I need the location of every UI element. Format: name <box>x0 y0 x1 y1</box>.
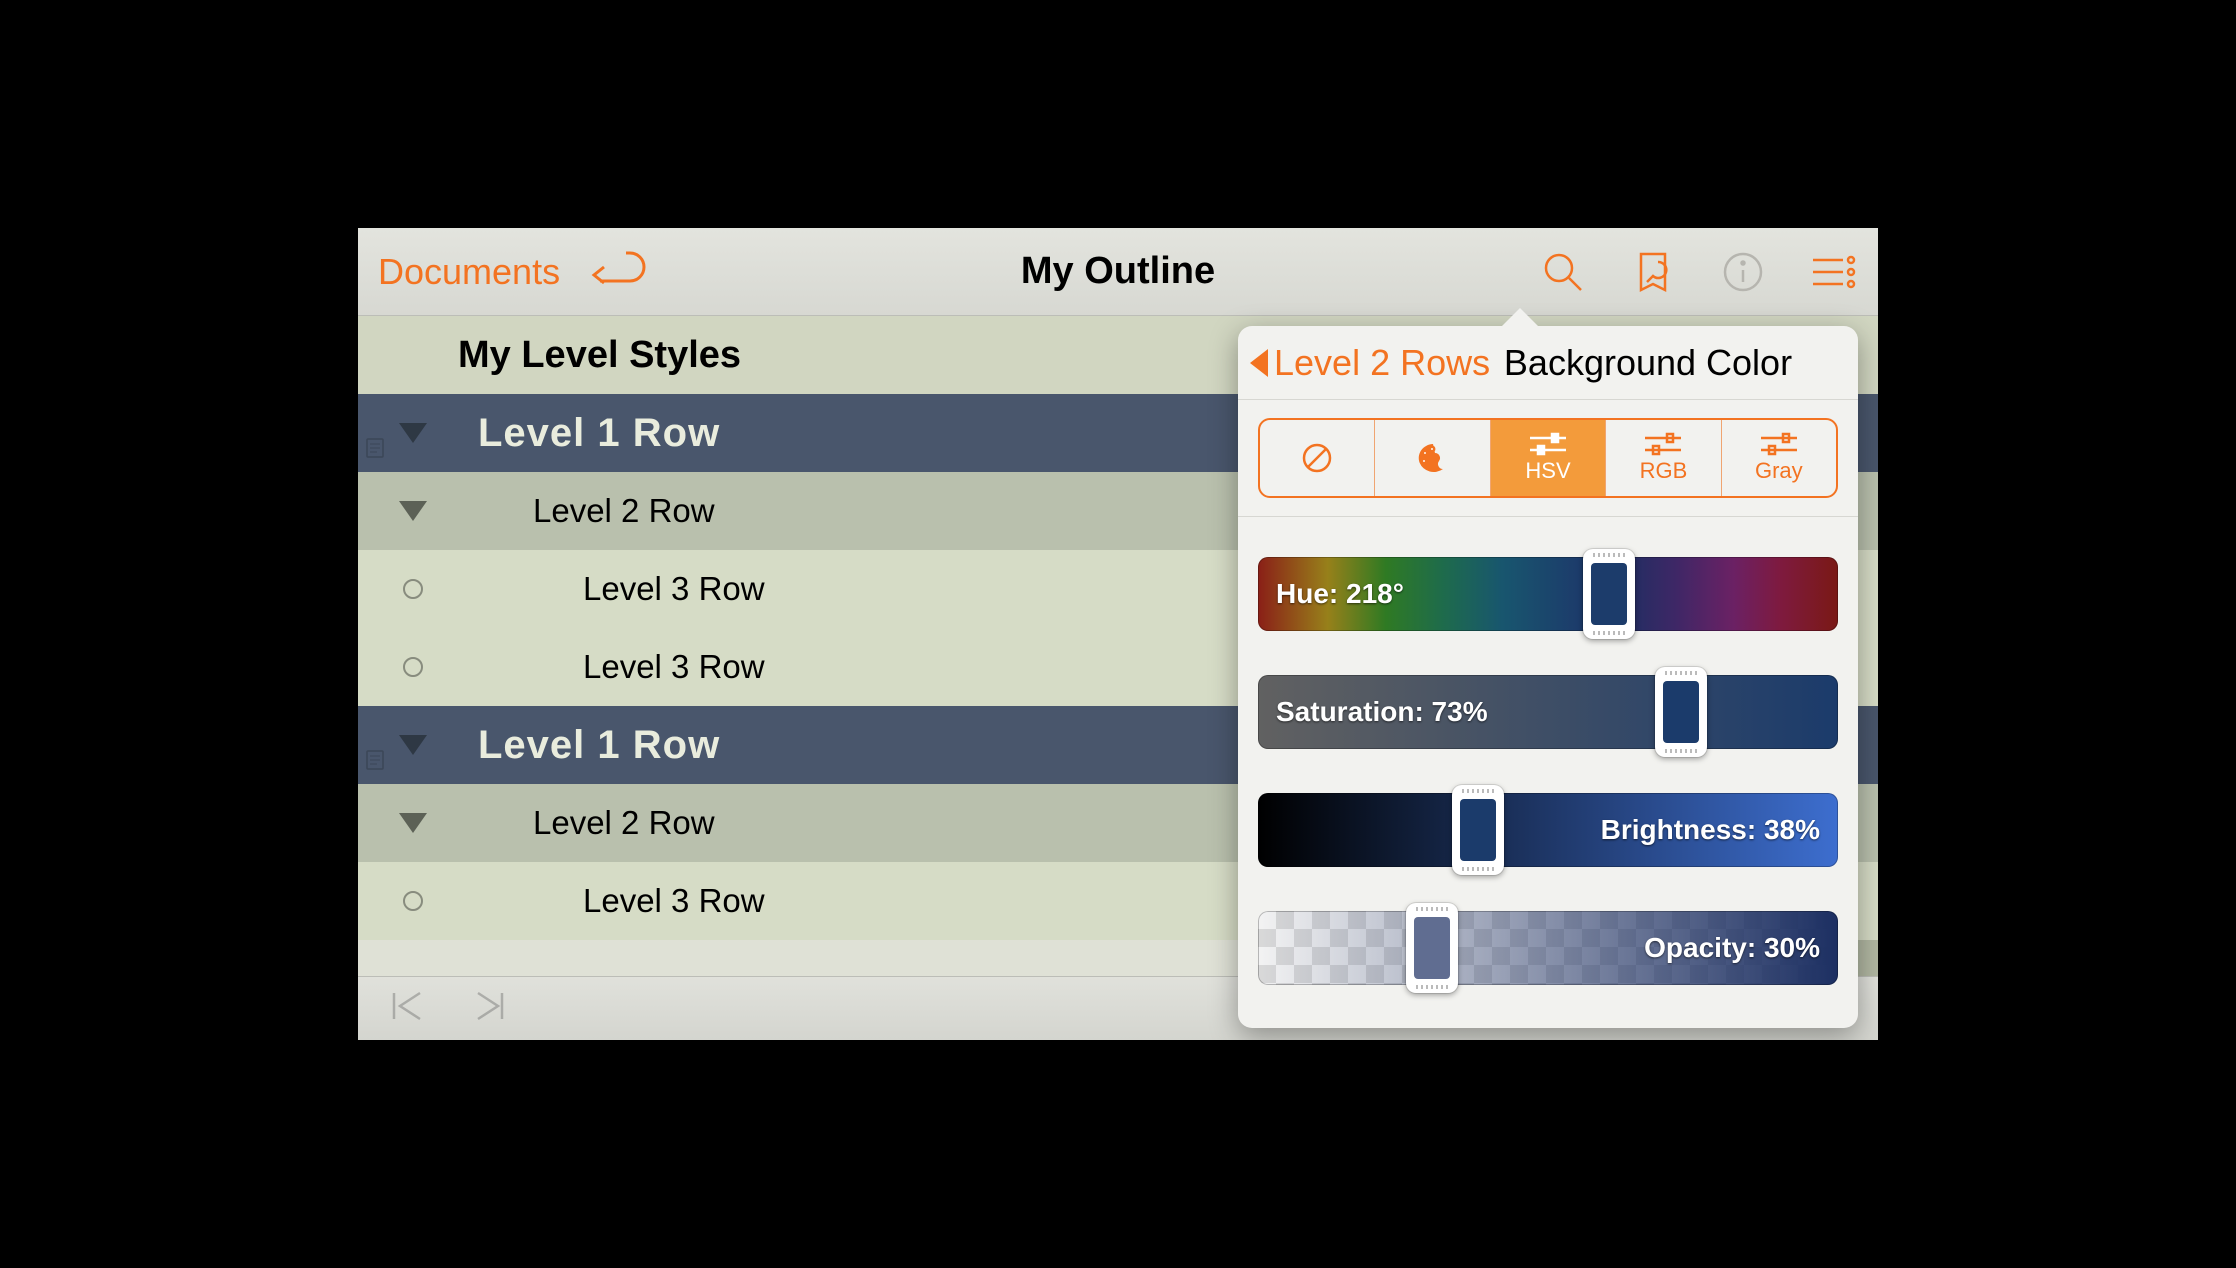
note-icon <box>366 423 384 443</box>
top-toolbar: Documents My Outline <box>358 228 1878 316</box>
hue-thumb[interactable] <box>1583 549 1635 639</box>
seg-gray[interactable]: Gray <box>1722 420 1836 496</box>
seg-hsv-label: HSV <box>1525 458 1570 484</box>
header-text: My Level Styles <box>458 334 741 377</box>
brightness-slider[interactable]: Brightness: 38% <box>1258 793 1838 867</box>
row-text: Level 2 Row <box>448 804 715 842</box>
documents-back-button[interactable]: Documents <box>378 251 560 293</box>
note-icon <box>366 735 384 755</box>
row-text: Level 3 Row <box>448 882 765 920</box>
opacity-thumb[interactable] <box>1406 903 1458 993</box>
search-icon[interactable] <box>1538 247 1588 297</box>
color-picker-popover: Level 2 Rows Background Color HSV RGB <box>1238 326 1858 1028</box>
seg-rgb-label: RGB <box>1640 458 1688 484</box>
seg-gray-label: Gray <box>1755 458 1803 484</box>
row-text: Level 1 Row <box>448 411 720 456</box>
back-label: Level 2 Rows <box>1274 342 1490 384</box>
row-text: Level 3 Row <box>448 648 765 686</box>
row-text: Level 1 Row <box>448 723 720 768</box>
chevron-left-icon <box>1250 349 1268 377</box>
hue-slider[interactable]: Hue: 218° <box>1258 557 1838 631</box>
seg-rgb[interactable]: RGB <box>1606 420 1721 496</box>
inspector-icon[interactable] <box>1628 247 1678 297</box>
brightness-label: Brightness: 38% <box>1601 814 1820 846</box>
bullet-icon[interactable] <box>398 891 428 911</box>
device-frame: Documents My Outline <box>350 220 1886 1048</box>
nav-next-icon[interactable] <box>468 989 508 1028</box>
row-text: Level 2 Row <box>448 492 715 530</box>
saturation-label: Saturation: 73% <box>1276 696 1488 728</box>
color-mode-segmented-control: HSV RGB Gray <box>1258 418 1838 498</box>
undo-button[interactable] <box>590 247 646 297</box>
info-icon[interactable] <box>1718 247 1768 297</box>
saturation-slider[interactable]: Saturation: 73% <box>1258 675 1838 749</box>
seg-none[interactable] <box>1260 420 1375 496</box>
saturation-thumb[interactable] <box>1655 667 1707 757</box>
disclosure-triangle-icon[interactable] <box>398 735 428 755</box>
hue-label: Hue: 218° <box>1276 578 1404 610</box>
hsv-sliders: Hue: 218° Saturation: 73% Brightness: 38… <box>1238 516 1858 985</box>
seg-palette[interactable] <box>1375 420 1490 496</box>
seg-hsv[interactable]: HSV <box>1491 420 1606 496</box>
popover-title: Background Color <box>1504 342 1792 384</box>
row-text: Level 3 Row <box>448 570 765 608</box>
bullet-icon[interactable] <box>398 657 428 677</box>
disclosure-triangle-icon[interactable] <box>398 501 428 521</box>
opacity-slider[interactable]: Opacity: 30% <box>1258 911 1838 985</box>
opacity-label: Opacity: 30% <box>1644 932 1820 964</box>
disclosure-triangle-icon[interactable] <box>398 423 428 443</box>
bullet-icon[interactable] <box>398 579 428 599</box>
app-screen: Documents My Outline <box>358 228 1878 1040</box>
popover-back-button[interactable]: Level 2 Rows <box>1250 326 1490 399</box>
popover-header: Level 2 Rows Background Color <box>1238 326 1858 400</box>
brightness-thumb[interactable] <box>1452 785 1504 875</box>
disclosure-triangle-icon[interactable] <box>398 813 428 833</box>
nav-first-icon[interactable] <box>388 989 428 1028</box>
edit-rows-icon[interactable] <box>1808 247 1858 297</box>
